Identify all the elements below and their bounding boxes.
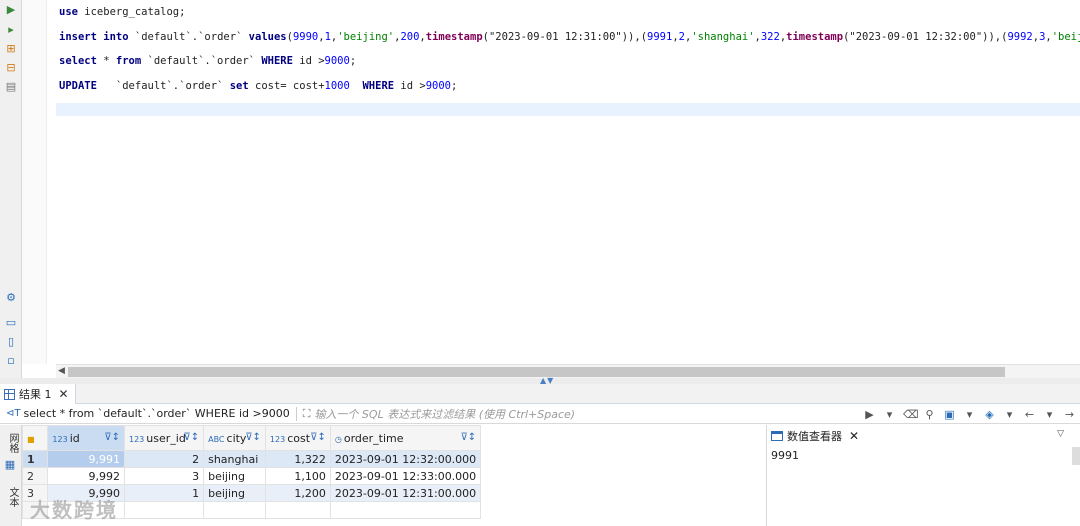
filter-settings-icon[interactable]: ⚲ (923, 408, 936, 421)
column-header-user-id[interactable]: 123 user_id ⊽↕ (123, 425, 205, 451)
editor-horizontal-scrollbar[interactable]: ◀ (56, 364, 1080, 378)
table-row[interactable]: 3 9,990 1 beijing 1,200 2023-09-01 12:31… (22, 484, 765, 502)
table-row[interactable]: 2 9,992 3 beijing 1,100 2023-09-01 12:33… (22, 467, 765, 485)
fold-gutter (46, 0, 56, 364)
refresh-dropdown-icon[interactable]: ▾ (963, 408, 976, 421)
cell-city[interactable]: beijing (203, 467, 266, 485)
filter-placeholder: 输入一个 SQL 表达式来过滤结果 (使用 Ctrl+Space) (314, 407, 576, 421)
viewer-value[interactable]: 9991 (767, 447, 1080, 464)
scrollbar-thumb[interactable] (68, 367, 1005, 377)
grid-view-toggle[interactable]: 网格 (5, 433, 20, 453)
back-options-icon[interactable]: ▾ (1043, 408, 1056, 421)
row-number[interactable]: 1 (22, 450, 49, 468)
value-viewer-title: 数值查看器 (787, 430, 842, 443)
sql-query-icon: ⊲T (6, 408, 21, 419)
cell-id[interactable]: 9,991 (47, 450, 125, 468)
save-filter-icon[interactable]: ▣ (943, 408, 956, 421)
sort-filter-icon[interactable]: ⊽↕ (310, 432, 326, 443)
filter-bar: ⊲T select * from `default`.`order` WHERE… (0, 404, 1080, 424)
value-viewer-icon (771, 431, 783, 441)
watermark: 大数跨境 (30, 498, 118, 522)
cell-user-id[interactable]: 3 (123, 467, 205, 485)
column-header-city[interactable]: ABC city ⊽↕ (203, 425, 266, 451)
run-statement-icon[interactable]: ▶ (5, 4, 17, 16)
close-icon[interactable]: ✕ (849, 429, 859, 443)
filter-history-icon[interactable]: ▾ (883, 408, 896, 421)
sort-filter-icon[interactable]: ⊽↕ (460, 432, 476, 443)
tab-label: 结果 1 (19, 388, 52, 401)
empty-cell (481, 468, 765, 485)
result-grid[interactable]: ■ 123 id ⊽↕ 123 user_id ⊽↕ ABC city ⊽↕ 123 (22, 425, 765, 526)
back-icon[interactable]: ← (1023, 408, 1036, 421)
export-icon[interactable]: ▭ (5, 317, 17, 329)
line-number-gutter (22, 0, 46, 364)
empty-cell (481, 485, 765, 502)
expand-icon: ⛶ (302, 406, 311, 420)
grid-header-row: ■ 123 id ⊽↕ 123 user_id ⊽↕ ABC city ⊽↕ 123 (22, 425, 765, 451)
sort-filter-icon[interactable]: ⊽↕ (104, 432, 120, 443)
refresh-icon[interactable]: ◈ (983, 408, 996, 421)
cell-cost[interactable]: 1,322 (264, 450, 331, 468)
active-query[interactable]: ⊲T select * from `default`.`order` WHERE… (0, 407, 290, 420)
cell-city[interactable]: shanghai (203, 450, 266, 468)
history-icon[interactable]: ▤ (5, 81, 17, 93)
value-viewer-panel: 数值查看器 ✕ ▽ 9991 (766, 425, 1080, 526)
cell-id[interactable]: 9,992 (47, 467, 125, 485)
cell-cost[interactable]: 1,200 (264, 484, 331, 502)
code-line-3: select * from `default`.`order` WHERE id… (59, 55, 357, 67)
import-icon[interactable]: ▯ (5, 336, 17, 348)
filter-toolbar: ▶ ▾ ⌫ ⚲ ▣ ▾ ◈ ▾ ← ▾ → (863, 404, 1080, 424)
table-row[interactable]: 1 9,991 2 shanghai 1,322 2023-09-01 12:3… (22, 450, 765, 468)
current-line-highlight (56, 103, 1080, 116)
tab-result-1[interactable]: 结果 1 ✕ (0, 384, 76, 404)
sort-filter-icon[interactable]: ⊽↕ (183, 432, 199, 443)
format-icon[interactable]: ▫ (5, 355, 17, 367)
sql-editor[interactable]: use iceberg_catalog; insert into `defaul… (56, 0, 1080, 364)
result-tab-bar: 结果 1 ✕ (0, 384, 1080, 404)
refresh-options-icon[interactable]: ▾ (1003, 408, 1016, 421)
empty-header (480, 425, 765, 451)
cell-user-id[interactable]: 2 (123, 450, 205, 468)
close-icon[interactable]: ✕ (59, 387, 69, 401)
cell-order-time[interactable]: 2023-09-01 12:32:00.000 (329, 450, 482, 468)
empty-cell (481, 451, 765, 468)
apply-filter-icon[interactable]: ▶ (863, 408, 876, 421)
cell-city[interactable]: beijing (203, 484, 266, 502)
panel-menu-icon[interactable]: ▽ (1057, 429, 1064, 439)
cell-cost[interactable]: 1,100 (264, 467, 331, 485)
text-view-toggle[interactable]: 文本 (5, 487, 20, 507)
query-text: select * from `default`.`order` WHERE id… (23, 407, 290, 420)
explain-plan-icon[interactable]: ⊞ (5, 43, 17, 55)
grid-icon (4, 388, 15, 400)
corner-cell[interactable]: ■ (22, 425, 49, 451)
column-header-cost[interactable]: 123 cost ⊽↕ (264, 425, 331, 451)
view-mode-panel: 网格 ▦ 文本 (0, 425, 22, 526)
cell-user-id[interactable]: 1 (123, 484, 205, 502)
cell-order-time[interactable]: 2023-09-01 12:33:00.000 (329, 467, 482, 485)
editor-toolbar: ▶ ▸ ⊞ ⊟ ▤ ⚙ ▭ ▯ ▫ (0, 0, 22, 378)
column-header-order-time[interactable]: ◷ order_time ⊽↕ (329, 425, 482, 451)
empty-row (22, 501, 765, 519)
settings-gear-icon[interactable]: ⚙ (5, 292, 17, 304)
tab-value-viewer[interactable]: 数值查看器 ✕ (767, 425, 1080, 447)
filter-input[interactable]: ⛶ 输入一个 SQL 表达式来过滤结果 (使用 Ctrl+Space) (303, 406, 903, 422)
erase-filter-icon[interactable]: ⌫ (903, 408, 919, 421)
run-script-icon[interactable]: ▸ (5, 24, 17, 36)
viewer-scrollbar[interactable] (1072, 447, 1080, 465)
code-line-2: insert into `default`.`order` values(999… (59, 31, 1080, 43)
scroll-left-icon[interactable]: ◀ (58, 366, 65, 376)
divider (295, 406, 297, 421)
code-line-1: use iceberg_catalog; (59, 6, 186, 18)
code-line-4: UPDATE `default`.`order` set cost= cost+… (59, 80, 458, 92)
execution-plan-icon[interactable]: ⊟ (5, 62, 17, 74)
column-header-id[interactable]: 123 id ⊽↕ (47, 425, 125, 451)
row-number[interactable]: 2 (22, 467, 49, 485)
grid-icon[interactable]: ▦ (4, 459, 16, 471)
forward-icon[interactable]: → (1063, 408, 1076, 421)
sort-filter-icon[interactable]: ⊽↕ (245, 432, 261, 443)
dbeaver-window: ▶ ▸ ⊞ ⊟ ▤ ⚙ ▭ ▯ ▫ use iceberg_catalog; i… (0, 0, 1080, 526)
cell-order-time[interactable]: 2023-09-01 12:31:00.000 (329, 484, 482, 502)
